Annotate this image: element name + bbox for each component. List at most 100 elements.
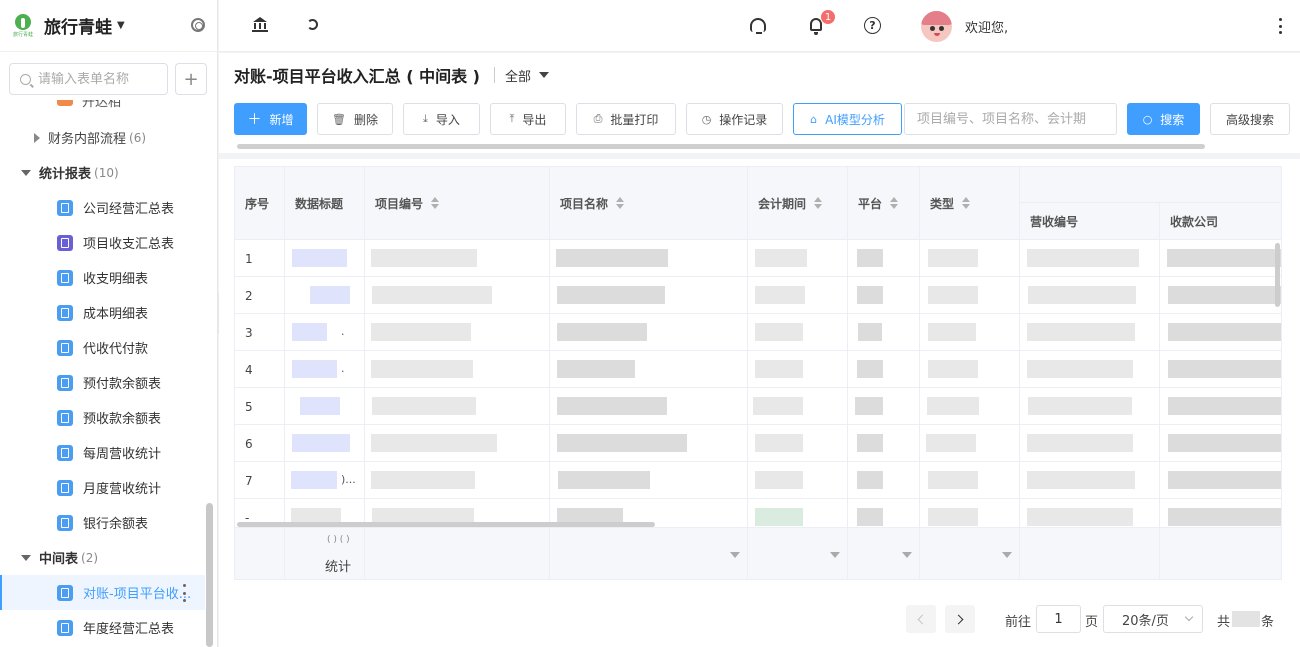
form-icon bbox=[57, 339, 73, 356]
delete-button[interactable]: 🗑 删除 bbox=[317, 103, 393, 135]
sidebar-item-cost-detail[interactable]: 成本明细表 bbox=[0, 295, 205, 330]
upload-icon: ⤒ bbox=[509, 112, 515, 125]
sidebar-item-reconciliation[interactable]: 对账-项目平台收... bbox=[0, 575, 205, 610]
redacted-value bbox=[557, 360, 635, 378]
summary-cell bbox=[1160, 528, 1281, 579]
table-cell bbox=[1160, 351, 1281, 388]
sort-icon[interactable] bbox=[431, 197, 440, 209]
history-button[interactable]: ◷ 操作记录 bbox=[686, 103, 783, 135]
search-button[interactable]: ○ 搜索 bbox=[1127, 103, 1200, 135]
table-row[interactable]: 1 bbox=[235, 239, 1281, 277]
table-row[interactable]: 4. bbox=[235, 350, 1281, 388]
form-icon bbox=[57, 409, 73, 426]
column-header-type[interactable]: 类型 bbox=[920, 167, 1020, 239]
sidebar-item-advance[interactable]: 预收款余额表 bbox=[0, 400, 205, 435]
table-row[interactable]: 3. bbox=[235, 313, 1281, 351]
trash-icon: 🗑 bbox=[332, 112, 346, 126]
next-page-button[interactable] bbox=[945, 605, 975, 633]
sidebar-item-bank[interactable]: 银行余额表 bbox=[0, 505, 205, 540]
redacted-value bbox=[292, 360, 337, 378]
table-cell bbox=[1160, 388, 1281, 425]
page-size-select[interactable]: 20条/页 bbox=[1103, 605, 1203, 633]
form-icon bbox=[57, 584, 73, 601]
column-header-project-code[interactable]: 项目编号 bbox=[365, 167, 550, 239]
redacted-value bbox=[292, 323, 327, 341]
batch-print-button[interactable]: ⎙ 批量打印 bbox=[576, 103, 676, 135]
sort-icon[interactable] bbox=[962, 197, 971, 209]
sidebar-item-label: 预收款余额表 bbox=[83, 412, 162, 427]
sidebar-item-project-summary[interactable]: 项目收支汇总表 bbox=[0, 225, 205, 260]
avatar[interactable] bbox=[921, 11, 952, 42]
redacted-value bbox=[928, 360, 978, 378]
sidebar-item-annual[interactable]: 年度经营汇总表 bbox=[0, 610, 205, 645]
page-number-input[interactable] bbox=[1036, 605, 1081, 633]
redacted-value bbox=[1168, 360, 1281, 378]
table-cell bbox=[1020, 351, 1160, 388]
row-number: 1 bbox=[245, 251, 253, 266]
caret-right-icon bbox=[34, 132, 40, 143]
table-vertical-scrollbar[interactable] bbox=[1275, 243, 1280, 307]
table-cell bbox=[920, 240, 1020, 277]
column-header-platform[interactable]: 平台 bbox=[848, 167, 920, 239]
table-search-input[interactable] bbox=[904, 103, 1117, 135]
redacted-value bbox=[371, 323, 471, 341]
sidebar-group-middle[interactable]: 中间表 (2) bbox=[0, 540, 205, 575]
sidebar-scrollbar[interactable] bbox=[206, 503, 213, 647]
sidebar-item-income-detail[interactable]: 收支明细表 bbox=[0, 260, 205, 295]
more-vertical-icon[interactable] bbox=[1278, 18, 1282, 34]
redacted-value bbox=[928, 286, 978, 304]
sort-icon[interactable] bbox=[890, 197, 899, 209]
sidebar-item-partial[interactable]: 开达相场 bbox=[57, 100, 132, 108]
row-number: 3 bbox=[245, 325, 253, 340]
sidebar-search-input[interactable] bbox=[38, 71, 158, 87]
sidebar-item-company-summary[interactable]: 公司经营汇总表 bbox=[0, 190, 205, 225]
add-form-button[interactable]: + bbox=[175, 63, 207, 95]
scope-dropdown[interactable]: 全部 bbox=[505, 66, 549, 85]
toolbar-scrollbar[interactable] bbox=[237, 144, 1205, 149]
section-divider bbox=[219, 153, 1300, 159]
sidebar-group-reports[interactable]: 统计报表 (10) bbox=[0, 155, 205, 190]
table-row[interactable]: 7)... bbox=[235, 461, 1281, 499]
help-icon[interactable]: ? bbox=[863, 16, 883, 36]
sidebar-item-collection[interactable]: 代收代付款 bbox=[0, 330, 205, 365]
column-label: 营收编号 bbox=[1030, 214, 1079, 229]
page-header: 对账-项目平台收入汇总 ( 中间表 ) 全部 bbox=[234, 64, 549, 86]
form-icon bbox=[57, 304, 73, 321]
ai-analysis-button[interactable]: ⌂ AI模型分析 bbox=[793, 103, 902, 135]
brand-header[interactable]: 旅行青蛙 旅行青蛙 ▼ bbox=[0, 0, 217, 52]
caret-down-icon[interactable]: ▼ bbox=[117, 20, 125, 31]
table-row[interactable]: 6 bbox=[235, 424, 1281, 462]
gear-icon[interactable] bbox=[191, 18, 205, 32]
sidebar-group-finance[interactable]: 财务内部流程 (6) bbox=[0, 120, 205, 155]
add-button[interactable]: ＋ 新增 bbox=[234, 103, 307, 135]
table-row[interactable]: 2 bbox=[235, 276, 1281, 314]
refresh-icon[interactable] bbox=[303, 16, 323, 36]
more-vertical-icon[interactable] bbox=[183, 584, 187, 602]
summary-cell-dropdown[interactable] bbox=[550, 528, 748, 579]
export-button[interactable]: ⤒ 导出 bbox=[490, 103, 566, 135]
sidebar-item-weekly[interactable]: 每周营收统计 bbox=[0, 435, 205, 470]
sidebar-item-prepaid[interactable]: 预付款余额表 bbox=[0, 365, 205, 400]
header-divider bbox=[493, 67, 495, 83]
prev-page-button[interactable] bbox=[906, 605, 936, 633]
headset-icon[interactable] bbox=[748, 16, 768, 36]
table-row[interactable]: 5 bbox=[235, 387, 1281, 425]
toolbar: ＋新增 🗑删除 ⤓导入 ⤒导出 ⎙批量打印 ◷操作记录 ⌂AI模型分析 ○搜索 … bbox=[219, 103, 1300, 135]
redacted-value bbox=[557, 397, 667, 415]
summary-cell-dropdown[interactable] bbox=[848, 528, 920, 579]
import-button[interactable]: ⤓ 导入 bbox=[403, 103, 480, 135]
advanced-search-button[interactable]: 高级搜索 bbox=[1210, 103, 1290, 135]
sidebar: 旅行青蛙 旅行青蛙 ▼ + 开达相场 财务内部流程 (6) 统计报表 (10) … bbox=[0, 0, 218, 647]
sort-icon[interactable] bbox=[616, 197, 625, 209]
column-header-period[interactable]: 会计期间 bbox=[748, 167, 848, 239]
sort-icon[interactable] bbox=[814, 197, 823, 209]
summary-cell-dropdown[interactable] bbox=[748, 528, 848, 579]
column-header-project-name[interactable]: 项目名称 bbox=[550, 167, 748, 239]
sidebar-item-monthly[interactable]: 月度营收统计 bbox=[0, 470, 205, 505]
redacted-value bbox=[928, 471, 978, 489]
bank-icon[interactable] bbox=[251, 16, 271, 36]
summary-cell-dropdown[interactable] bbox=[920, 528, 1020, 579]
redacted-value bbox=[372, 397, 476, 415]
table-cell bbox=[748, 351, 848, 388]
pagination: 前往 页 20条/页 共 条 bbox=[219, 605, 1300, 635]
